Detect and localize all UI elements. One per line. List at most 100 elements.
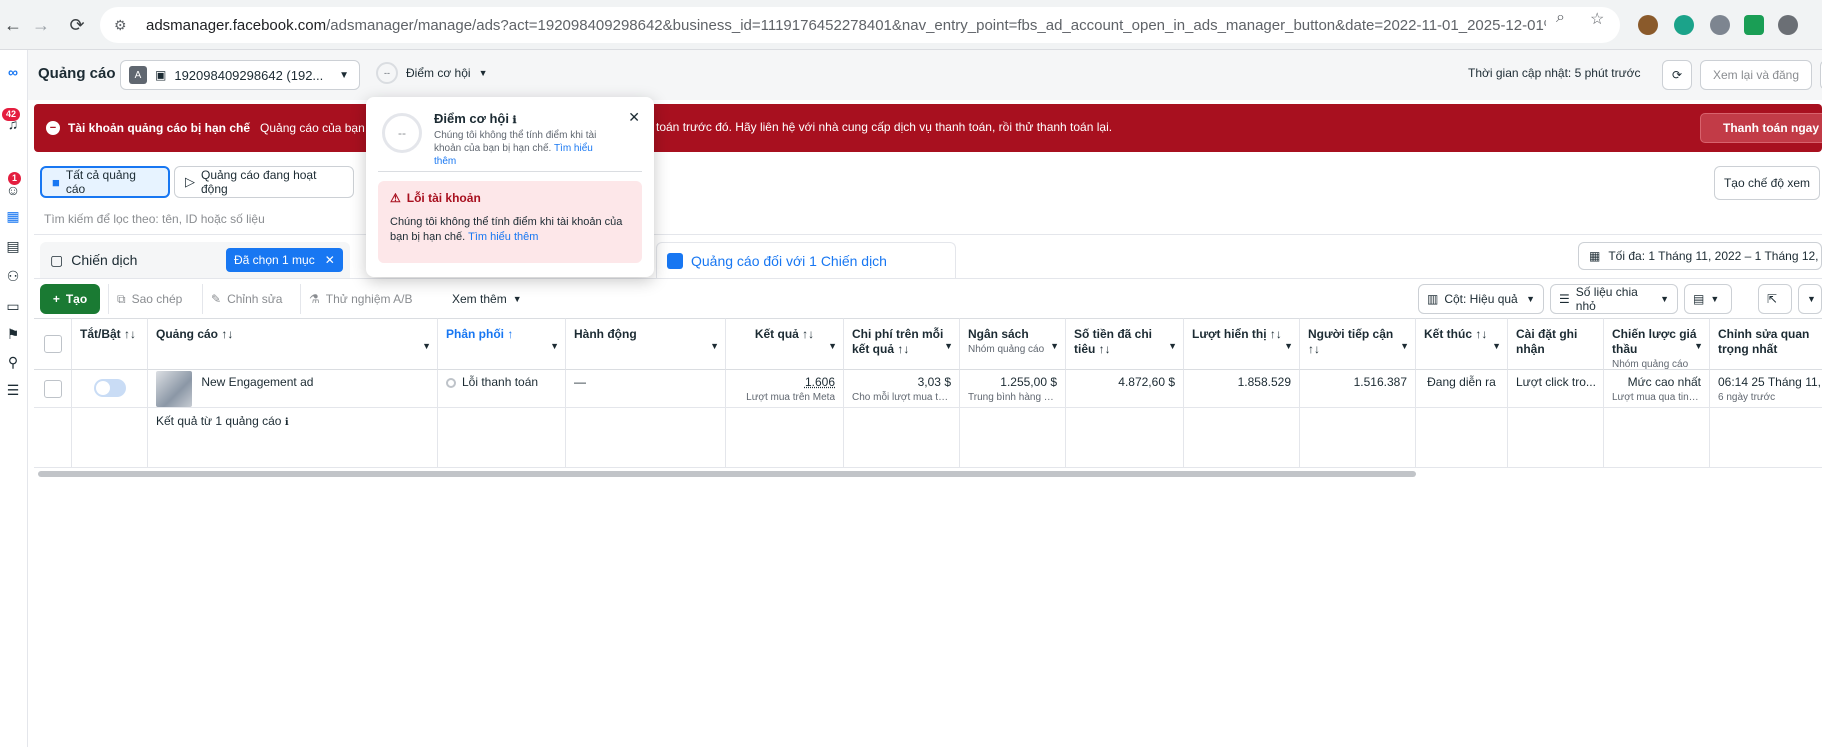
info-icon[interactable]: ℹ <box>285 417 289 428</box>
extension-cookie-icon[interactable] <box>1638 15 1658 35</box>
banner-text-continued: toán trước đó. Hãy liên hệ với nhà cung … <box>656 120 1112 134</box>
account-selector[interactable]: A ▣ 192098409298642 (192... ▼ <box>120 60 360 90</box>
column-header-delivery[interactable]: Phân phối ↑ ▼ <box>438 318 566 370</box>
chevron-down-icon[interactable]: ▼ <box>1694 339 1703 354</box>
ad-on-off-toggle[interactable] <box>94 379 126 397</box>
column-header-attribution[interactable]: Cài đặt ghi nhận <box>1508 318 1604 370</box>
columns-label: Cột: Hiệu quả <box>1444 292 1517 306</box>
warning-icon: ⚠ <box>390 191 401 205</box>
export-button[interactable]: ⇱ <box>1758 284 1792 314</box>
date-range-picker[interactable]: ▦ Tối đa: 1 Tháng 11, 2022 – 1 Tháng 12,… <box>1578 242 1822 270</box>
refresh-button[interactable]: ⟳ <box>1662 60 1692 90</box>
tab-active-ads[interactable]: ▷ Quảng cáo đang hoạt động <box>174 166 354 198</box>
column-header-results[interactable]: Kết quả ↑↓ ▼ <box>726 318 844 370</box>
reports-icon[interactable]: ▤ <box>2 236 24 256</box>
back-icon[interactable]: ← <box>0 12 26 38</box>
summary-cell <box>1604 408 1710 468</box>
meta-logo-icon[interactable]: ∞ <box>2 62 24 82</box>
select-all-checkbox[interactable] <box>44 335 62 353</box>
chevron-down-icon[interactable]: ▼ <box>944 339 953 354</box>
column-header-last-edit[interactable]: Chỉnh sửa quan trọng nhất <box>1710 318 1822 370</box>
extension-sheets-icon[interactable] <box>1744 15 1764 35</box>
column-header-amount-spent[interactable]: Số tiền đã chi tiêu ↑↓ ▼ <box>1066 318 1184 370</box>
column-header-sublabel: Nhóm quảng cáo <box>968 342 1057 357</box>
forward-icon[interactable]: → <box>28 12 54 38</box>
horizontal-scrollbar[interactable] <box>38 471 1416 477</box>
summary-label: Kết quả từ 1 quảng cáo <box>156 414 281 428</box>
error-title: ⚠ Lỗi tài khoản <box>390 191 630 205</box>
reload-icon[interactable]: ⟳ <box>64 12 90 38</box>
edit-button[interactable]: ✎ Chỉnh sửa <box>202 284 290 314</box>
results-cell: 1.606 Lượt mua trên Meta <box>726 370 844 408</box>
chevron-down-icon: ▼ <box>339 70 349 81</box>
chevron-down-icon[interactable]: ▼ <box>550 339 559 354</box>
column-header-budget[interactable]: Ngân sách Nhóm quảng cáo ▼ <box>960 318 1066 370</box>
export-menu-button[interactable]: ▼ <box>1798 284 1822 314</box>
results-value[interactable]: 1.606 <box>805 375 835 389</box>
ads-manager-table-icon[interactable]: ▦ <box>2 206 24 226</box>
site-settings-icon[interactable]: ⚙ <box>114 17 134 34</box>
chevron-down-icon[interactable]: ▼ <box>1492 339 1501 354</box>
columns-dropdown[interactable]: ▥ Cột: Hiệu quả ▼ <box>1418 284 1544 314</box>
address-bar[interactable]: ⚙ adsmanager.facebook.com/adsmanager/man… <box>100 7 1620 43</box>
column-header-actions[interactable]: Hành động ▼ <box>566 318 726 370</box>
create-button[interactable]: + Tạo <box>40 284 100 314</box>
selected-chip[interactable]: Đã chọn 1 mục ✕ <box>226 248 343 272</box>
edit-label: Chỉnh sửa <box>227 292 282 306</box>
extension-icon[interactable] <box>1710 15 1730 35</box>
info-icon[interactable]: ℹ <box>513 115 517 126</box>
column-header-impressions[interactable]: Lượt hiển thị ↑↓ ▼ <box>1184 318 1300 370</box>
search-input[interactable]: Tìm kiếm để lọc theo: tên, ID hoặc số li… <box>44 212 265 226</box>
chevron-down-icon[interactable]: ▼ <box>828 339 837 354</box>
business-icon[interactable]: ⚲ <box>2 352 24 372</box>
score-ring-icon: -- <box>382 113 422 153</box>
chevron-down-icon: ▼ <box>1807 294 1816 304</box>
plus-icon: + <box>53 292 60 306</box>
create-label: Tạo <box>66 292 87 306</box>
create-view-button[interactable]: Tạo chế độ xem <box>1714 166 1820 200</box>
chevron-down-icon[interactable]: ▼ <box>710 339 719 354</box>
chevron-down-icon[interactable]: ▼ <box>1050 339 1059 354</box>
bid-strategy-cell: Mức cao nhất Lượt mua qua tin n... <box>1604 370 1710 408</box>
campaigns-icon[interactable]: ⚑ <box>2 324 24 344</box>
column-header-cost-per-result[interactable]: Chi phí trên mỗi kết quả ↑↓ ▼ <box>844 318 960 370</box>
billing-icon[interactable]: ▭ <box>2 296 24 316</box>
extension-icon[interactable] <box>1674 15 1694 35</box>
breakdown-dropdown[interactable]: ☰ Số liệu chia nhỏ ▼ <box>1550 284 1678 314</box>
close-icon[interactable]: ✕ <box>628 109 640 126</box>
duplicate-button[interactable]: ⧉ Sao chép <box>108 284 190 314</box>
reports-dropdown[interactable]: ▤ ▼ <box>1684 284 1732 314</box>
tab-ads[interactable]: Quảng cáo đối với 1 Chiến dịch <box>656 242 956 278</box>
more-button[interactable]: Xem thêm ▼ <box>444 284 530 314</box>
chevron-down-icon: ▼ <box>1660 294 1669 304</box>
review-publish-button[interactable]: Xem lại và đăng <box>1700 60 1812 90</box>
ab-test-button[interactable]: ⚗ Thử nghiệm A/B <box>300 284 421 314</box>
chevron-down-icon[interactable]: ▼ <box>1284 339 1293 354</box>
chevron-down-icon[interactable]: ▼ <box>1168 339 1177 354</box>
bookmark-star-icon[interactable]: ☆ <box>1590 9 1604 29</box>
column-header-toggle[interactable]: Tắt/Bật ↑↓ <box>72 318 148 370</box>
chevron-down-icon[interactable]: ▼ <box>1400 339 1409 354</box>
pay-now-button[interactable]: Thanh toán ngay <box>1700 113 1822 143</box>
menu-icon[interactable]: ☰ <box>2 380 24 400</box>
tab-all-ads[interactable]: ■ Tất cả quảng cáo <box>40 166 170 198</box>
account-error-box: ⚠ Lỗi tài khoản Chúng tôi không thể tính … <box>378 181 642 263</box>
date-range-label: Tối đa: 1 Tháng 11, 2022 – 1 Tháng 12, 2… <box>1608 249 1822 263</box>
column-header-reach[interactable]: Người tiếp cận ↑↓ ▼ <box>1300 318 1416 370</box>
column-header-label: Chi phí trên mỗi kết quả ↑↓ <box>852 327 943 356</box>
audiences-icon[interactable]: ⚇ <box>2 266 24 286</box>
ad-name[interactable]: New Engagement ad <box>201 375 313 389</box>
summary-cell <box>1300 408 1416 468</box>
close-icon[interactable]: ✕ <box>325 253 335 267</box>
opportunity-score-button[interactable]: -- Điểm cơ hội ▼ <box>376 62 487 84</box>
zoom-icon[interactable]: ⌕ <box>1556 9 1565 27</box>
column-header-bid-strategy[interactable]: Chiến lược giá thầu Nhóm quảng cáo ▼ <box>1604 318 1710 370</box>
learn-more-link[interactable]: Tìm hiểu thêm <box>468 231 538 243</box>
extension-icon[interactable] <box>1778 15 1798 35</box>
chevron-down-icon[interactable]: ▼ <box>422 339 431 354</box>
account-avatar: A <box>129 66 147 84</box>
column-header-ends[interactable]: Kết thúc ↑↓ ▼ <box>1416 318 1508 370</box>
row-checkbox[interactable] <box>44 380 62 398</box>
column-header-ad[interactable]: Quảng cáo ↑↓ ▼ <box>148 318 438 370</box>
ad-name-cell[interactable]: New Engagement ad <box>148 370 438 408</box>
